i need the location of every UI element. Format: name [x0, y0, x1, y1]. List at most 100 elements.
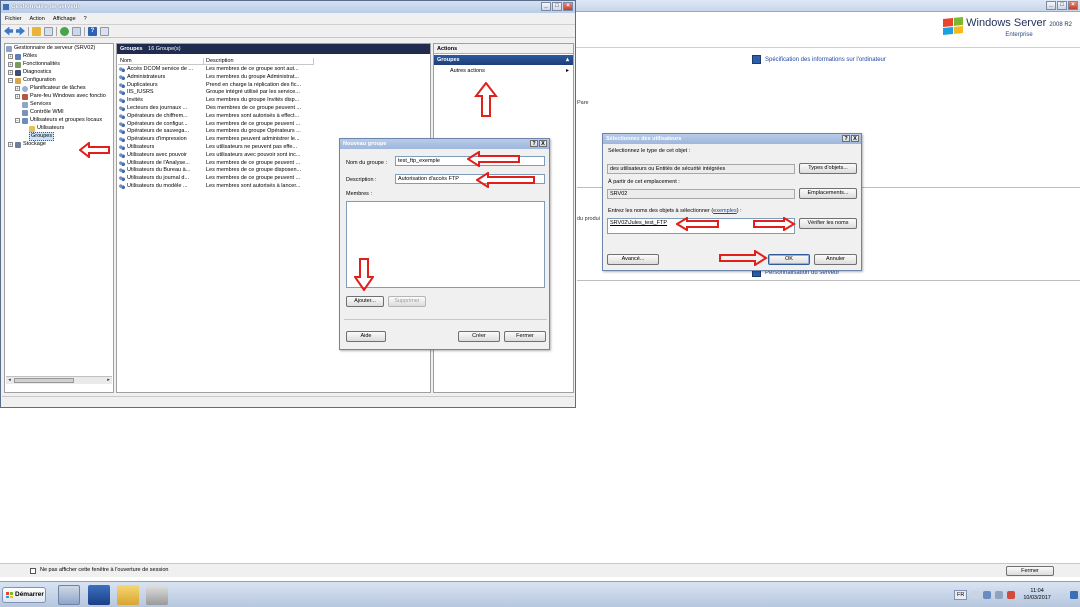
expand-icon[interactable]: + — [8, 62, 13, 67]
other-actions-item[interactable]: Autres actions — [450, 68, 485, 74]
scroll-left-icon[interactable]: ◂ — [6, 377, 13, 384]
show-desktop-button[interactable] — [1070, 591, 1078, 599]
background-window-controls: _ □ × — [1046, 1, 1078, 10]
tree-item-root[interactable]: Gestionnaire de serveur (SRV02) — [6, 45, 95, 52]
admin-tools-taskbar-icon[interactable] — [146, 585, 168, 605]
table-row[interactable]: Utilisateurs du journal d... Les membres … — [119, 175, 326, 183]
collapse-section-icon[interactable]: ▴ — [566, 55, 569, 65]
table-row[interactable]: Opérateurs de sauvega... Les membres du g… — [119, 128, 326, 136]
help-button[interactable]: ? — [842, 135, 850, 142]
help-button[interactable]: ? — [530, 140, 538, 147]
close-button[interactable]: × — [563, 2, 573, 11]
column-header-name[interactable]: Nom — [118, 58, 204, 65]
collapse-icon[interactable]: − — [15, 118, 20, 123]
language-indicator[interactable]: FR — [954, 590, 968, 600]
back-arrow-icon[interactable] — [4, 26, 13, 36]
tree-item-diagnostics[interactable]: + Diagnostics — [8, 69, 51, 76]
bg-close-button[interactable]: Fermer — [1006, 566, 1054, 576]
menu-affichage[interactable]: Affichage — [53, 16, 76, 22]
table-row[interactable]: Utilisateurs de l'Analyse... Les membres … — [119, 160, 326, 167]
table-row[interactable]: Administrateurs Les membres du groupe Adm… — [119, 74, 326, 81]
examples-link[interactable]: exemples — [713, 208, 737, 214]
close-button[interactable]: X — [851, 135, 859, 142]
menu-fichier[interactable]: Fichier — [5, 16, 22, 22]
expand-icon[interactable]: + — [15, 94, 20, 99]
group-icon — [119, 168, 125, 175]
spec-link-row[interactable]: Spécification des informations sur l'ord… — [752, 55, 886, 64]
minimize-button[interactable]: _ — [541, 2, 551, 11]
table-row[interactable]: Duplicateurs Prend en charge la réplicati… — [119, 82, 326, 89]
powershell-taskbar-icon[interactable] — [88, 585, 110, 605]
forward-arrow-icon[interactable] — [16, 26, 25, 36]
close-button[interactable]: × — [1068, 1, 1078, 10]
scroll-right-icon[interactable]: ▸ — [105, 377, 112, 384]
table-row[interactable]: Utilisateurs du modèle ... Les membres so… — [119, 183, 326, 190]
spec-info-link[interactable]: Spécification des informations sur l'ord… — [765, 57, 886, 63]
column-header-description[interactable]: Description — [204, 58, 314, 65]
table-row[interactable]: Utilisateurs avec pouvoir Les utilisateur… — [119, 152, 326, 159]
properties-icon[interactable] — [100, 26, 109, 36]
collapse-icon[interactable]: − — [8, 78, 13, 83]
locations-button[interactable]: Emplacements... — [799, 188, 857, 199]
export-list-icon[interactable] — [72, 26, 81, 36]
actions-section-groups[interactable]: Groupes ▴ — [434, 55, 573, 65]
table-row[interactable]: IIS_IUSRS Groupe intégré utilisé par les … — [119, 89, 326, 97]
ok-button[interactable]: OK — [768, 254, 810, 265]
object-types-button[interactable]: Types d'objets... — [799, 163, 857, 174]
tree-item-roles[interactable]: + Rôles — [8, 53, 37, 60]
tree-item-features[interactable]: + Fonctionnalités — [8, 61, 60, 68]
annotation-arrow-other-actions — [474, 82, 498, 117]
add-member-button[interactable]: Ajouter... — [346, 296, 384, 307]
help-text-button[interactable]: Aide — [346, 331, 386, 342]
clock[interactable]: 11:04 10/03/2017 — [1023, 588, 1051, 602]
up-folder-icon[interactable] — [32, 26, 41, 36]
network-icon[interactable] — [983, 591, 992, 599]
maximize-button[interactable]: □ — [552, 2, 562, 11]
tree-item-wmi[interactable]: Contrôle WMI — [22, 109, 64, 116]
table-row[interactable]: Opérateurs de chiffrem... Les membres son… — [119, 113, 326, 120]
menu-action[interactable]: Action — [30, 16, 45, 22]
table-row[interactable]: Invités Les membres du groupe Invités dis… — [119, 97, 326, 105]
tree-item-task-scheduler[interactable]: + Planificateur de tâches — [15, 85, 86, 92]
maximize-button[interactable]: □ — [1057, 1, 1067, 10]
table-row[interactable]: Opérateurs d'impression Les membres peuve… — [119, 136, 326, 144]
tray-expand-icon[interactable] — [971, 591, 980, 599]
check-names-button[interactable]: Vérifier les noms — [799, 218, 857, 229]
close-button[interactable]: X — [539, 140, 547, 147]
scroll-thumb[interactable] — [14, 378, 74, 383]
remove-member-button[interactable]: Supprimer — [388, 296, 426, 307]
expand-icon[interactable]: + — [8, 54, 13, 59]
tree-item-storage[interactable]: + Stockage — [8, 141, 46, 148]
tree-item-services[interactable]: Services — [22, 101, 51, 108]
create-button[interactable]: Créer — [458, 331, 500, 342]
tree-horizontal-scrollbar[interactable]: ◂ ▸ — [6, 376, 112, 384]
tree-item-local-users[interactable]: − Utilisateurs et groupes locaux — [15, 117, 102, 124]
tree-item-firewall[interactable]: + Pare-feu Windows avec fonctio — [15, 93, 106, 100]
expand-icon[interactable]: + — [8, 142, 13, 147]
actions-section-label: Groupes — [437, 57, 460, 63]
expand-icon[interactable]: + — [15, 86, 20, 91]
help-icon[interactable]: ? — [88, 26, 97, 36]
table-row[interactable]: Utilisateurs Les utilisateurs ne peuvent … — [119, 144, 326, 151]
table-row[interactable]: Lecteurs des journaux ... Des membres de … — [119, 105, 326, 112]
tree-item-groups[interactable]: Groupes — [29, 131, 55, 141]
tree-item-configuration[interactable]: − Configuration — [8, 77, 56, 84]
advanced-button[interactable]: Avancé... — [607, 254, 659, 265]
cancel-button[interactable]: Annuler — [814, 254, 857, 265]
table-row[interactable]: Utilisateurs du Bureau à... Les membres d… — [119, 167, 326, 175]
refresh-icon[interactable] — [60, 26, 69, 36]
start-button[interactable]: Démarrer — [2, 587, 46, 603]
minimize-button[interactable]: _ — [1046, 1, 1056, 10]
menu-help[interactable]: ? — [84, 16, 87, 22]
table-row[interactable]: Opérateurs de configur... Les membres de … — [119, 121, 326, 128]
members-list[interactable] — [346, 201, 545, 288]
close-dialog-button[interactable]: Fermer — [504, 331, 546, 342]
action-center-icon[interactable] — [1007, 591, 1016, 599]
expand-icon[interactable]: + — [8, 70, 13, 75]
volume-icon[interactable] — [995, 591, 1004, 599]
no-show-checkbox[interactable] — [30, 568, 36, 574]
server-manager-taskbar-icon[interactable] — [58, 585, 80, 605]
table-row[interactable]: Accès DCOM service de ... Les membres de … — [119, 66, 326, 73]
show-hide-tree-icon[interactable] — [44, 26, 53, 36]
explorer-taskbar-icon[interactable] — [117, 585, 139, 605]
